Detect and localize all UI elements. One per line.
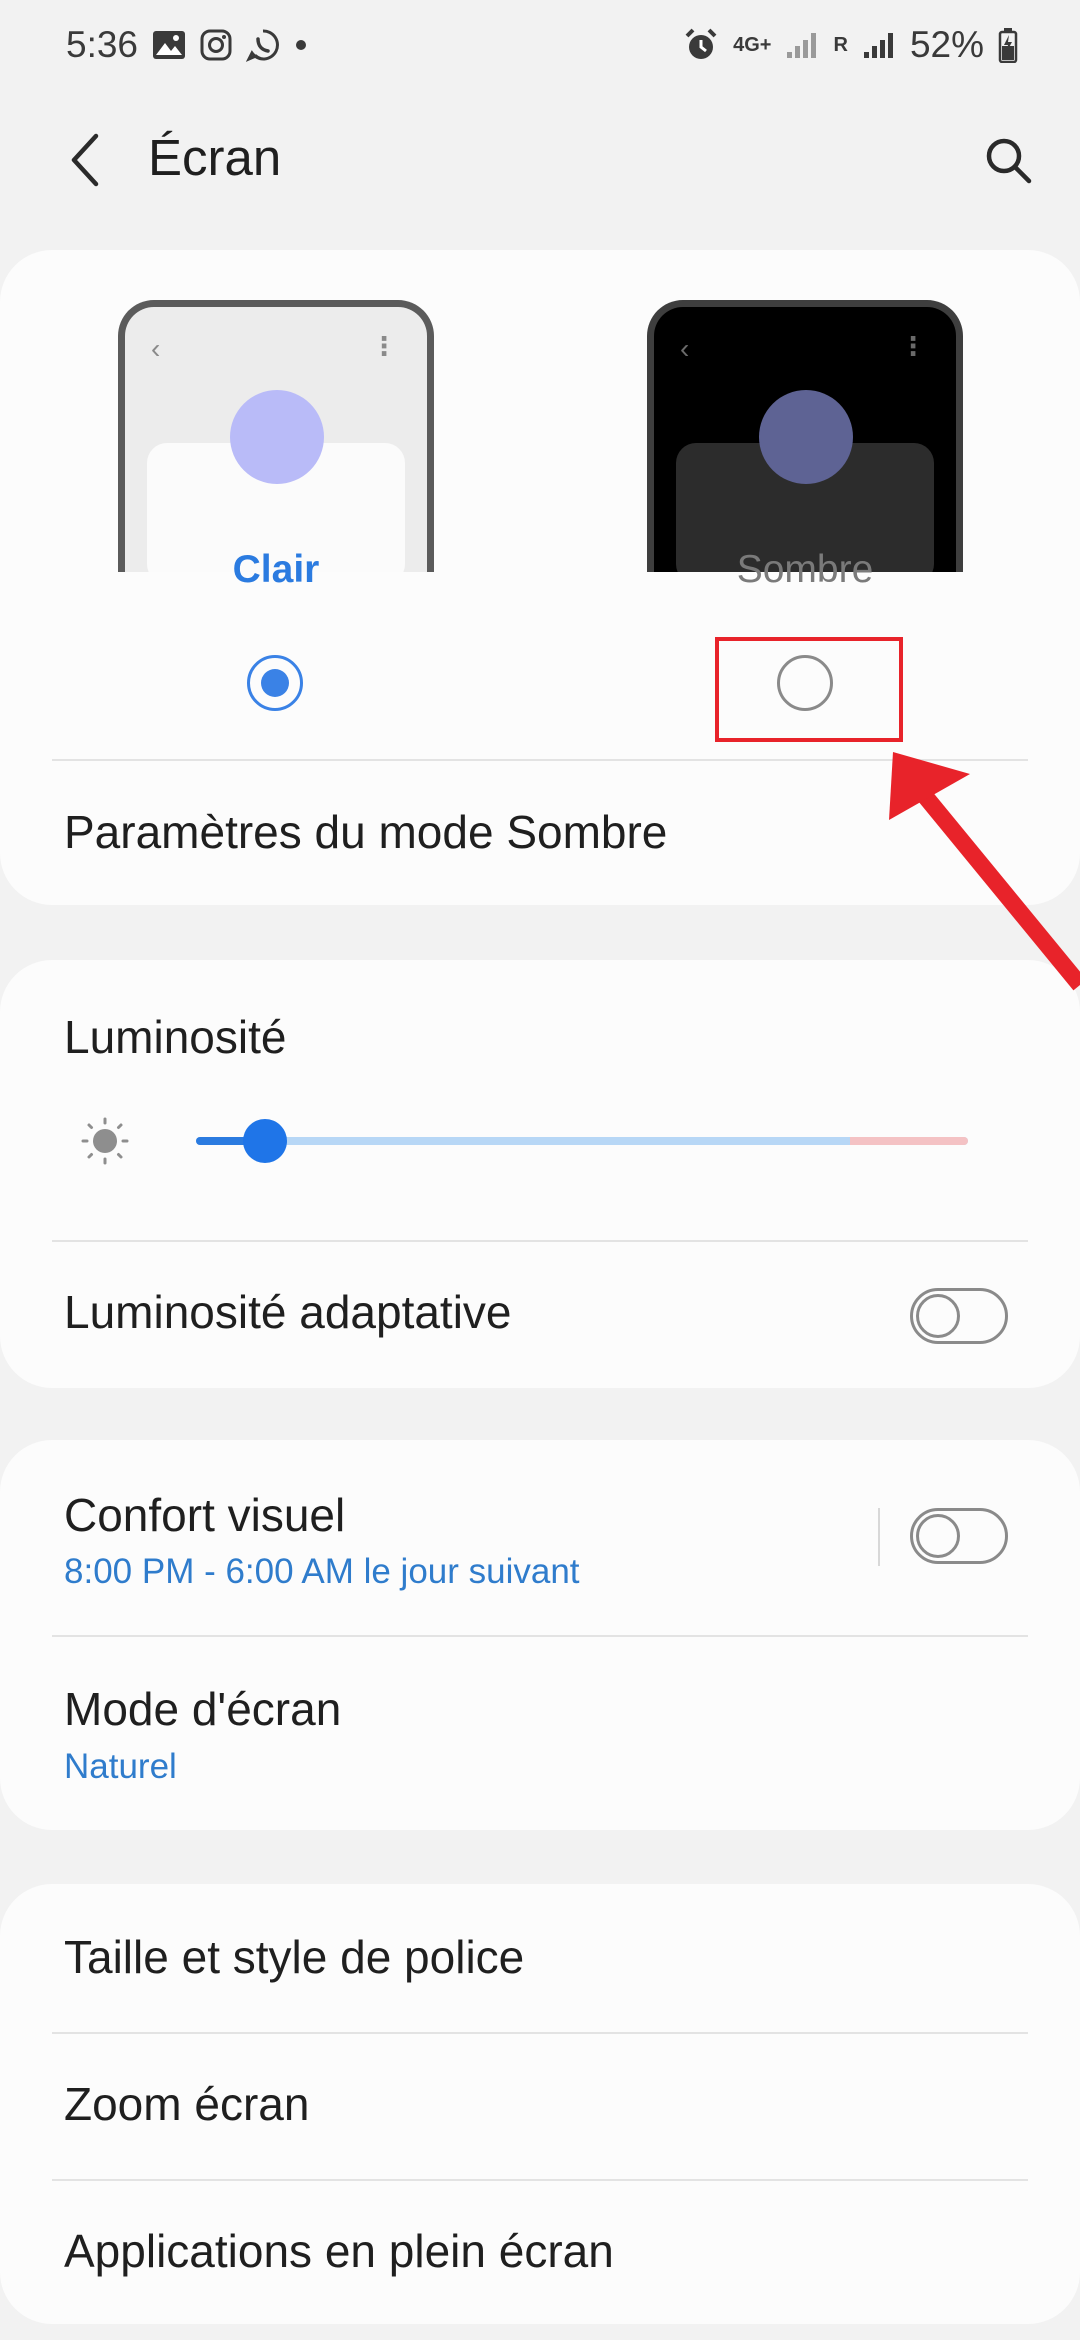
network-type: 4G+	[733, 34, 772, 56]
light-theme-label: Clair	[232, 548, 320, 591]
light-theme-preview[interactable]: ‹ ⋮	[118, 300, 434, 572]
status-time: 5:36	[66, 24, 139, 65]
eye-comfort-schedule: 8:00 PM - 6:00 AM le jour suivant	[64, 1552, 580, 1591]
more-options-icon: ⋮	[371, 331, 397, 361]
whatsapp-icon	[246, 28, 280, 62]
alarm-icon	[683, 27, 719, 63]
divider	[52, 759, 1028, 761]
status-bar-left: 5:36	[66, 24, 308, 66]
page-title: Écran	[148, 129, 282, 186]
brightness-card: Luminosité Luminosité adaptative	[0, 960, 1080, 1388]
screen-mode-value: Naturel	[64, 1747, 177, 1786]
battery-charging-icon	[998, 27, 1018, 63]
light-theme-radio[interactable]	[247, 655, 303, 711]
eye-comfort-toggle[interactable]	[910, 1508, 1008, 1564]
divider	[52, 1635, 1028, 1637]
search-icon	[986, 138, 1032, 184]
signal-icon	[785, 30, 819, 60]
instagram-icon	[200, 29, 232, 61]
gallery-icon	[152, 30, 186, 60]
signal-icon	[862, 30, 896, 60]
adaptive-brightness-label[interactable]: Luminosité adaptative	[64, 1285, 512, 1339]
font-size-style-item[interactable]: Taille et style de police	[64, 1930, 524, 1984]
divider	[52, 1240, 1028, 1242]
brightness-title: Luminosité	[64, 1011, 287, 1063]
theme-card: ‹ ⋮ ‹ ⋮ Clair Sombre Paramètres du mode …	[0, 250, 1080, 905]
brightness-slider-thumb[interactable]	[243, 1119, 288, 1163]
back-button[interactable]	[58, 132, 114, 188]
brightness-slider-overheat-zone	[850, 1137, 968, 1145]
display-options-card: Taille et style de police Zoom écran App…	[0, 1884, 1080, 2324]
dark-theme-preview[interactable]: ‹ ⋮	[647, 300, 963, 572]
adaptive-brightness-toggle[interactable]	[910, 1288, 1008, 1344]
comfort-card: Confort visuel 8:00 PM - 6:00 AM le jour…	[0, 1440, 1080, 1830]
preview-avatar	[230, 390, 324, 484]
status-bar: 5:36 4G+ R 52%	[0, 0, 1080, 90]
roaming-indicator: R	[833, 33, 848, 56]
screen-mode-title[interactable]: Mode d'écran	[64, 1682, 341, 1736]
divider	[52, 2032, 1028, 2034]
fullscreen-apps-item[interactable]: Applications en plein écran	[64, 2224, 614, 2278]
vertical-divider	[878, 1508, 880, 1566]
preview-avatar	[759, 390, 853, 484]
dark-theme-label: Sombre	[736, 548, 874, 591]
chevron-left-icon	[71, 133, 99, 187]
dot-icon	[294, 38, 308, 52]
eye-comfort-title[interactable]: Confort visuel	[64, 1488, 345, 1542]
brightness-slider-track[interactable]	[196, 1137, 968, 1145]
chevron-left-icon: ‹	[151, 333, 161, 364]
search-button[interactable]	[976, 128, 1040, 192]
battery-percent: 52%	[909, 24, 984, 65]
status-bar-right: 4G+ R 52%	[683, 24, 1018, 66]
divider	[52, 2179, 1028, 2181]
screen-zoom-item[interactable]: Zoom écran	[64, 2077, 309, 2131]
chevron-left-icon: ‹	[680, 333, 690, 364]
more-options-icon: ⋮	[900, 331, 926, 361]
brightness-sun-icon	[80, 1116, 130, 1171]
app-header: Écran	[0, 110, 1080, 210]
annotation-highlight-box	[715, 637, 903, 742]
dark-mode-settings-item[interactable]: Paramètres du mode Sombre	[64, 805, 667, 859]
